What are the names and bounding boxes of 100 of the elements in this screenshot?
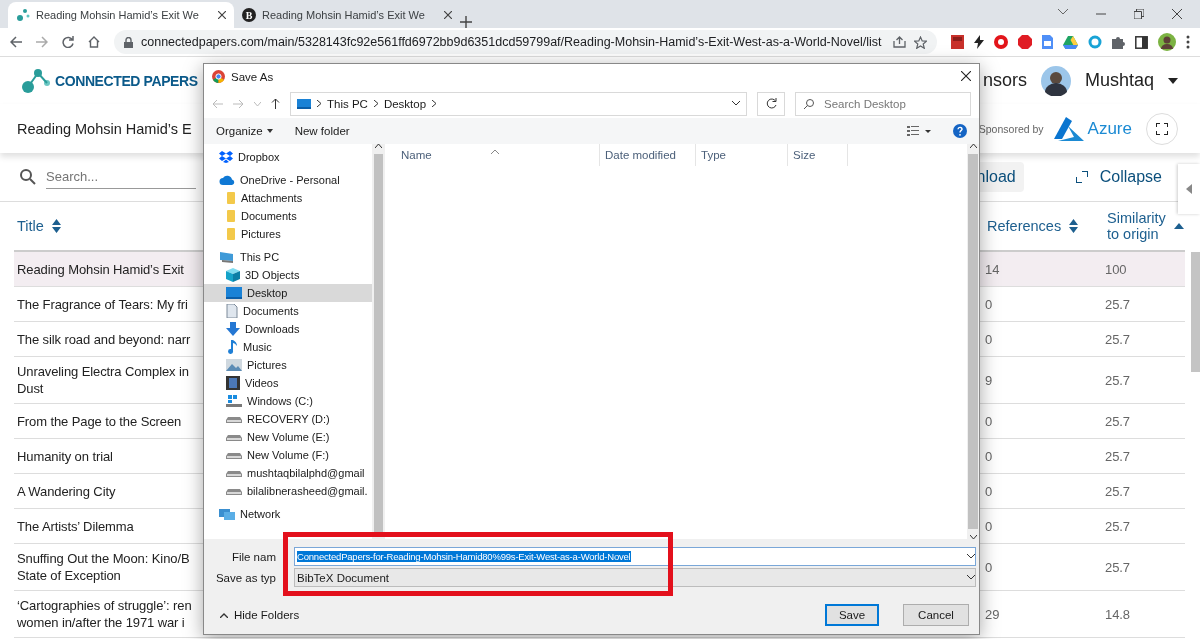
folder-tree-item[interactable]: New Volume (F:) [204,446,372,464]
file-name-field[interactable]: ConnectedPapers-for-Reading-Mohsin-Hamid80%99s-Exit-West-as-a-World-Novel [294,547,976,566]
close-icon[interactable] [218,11,226,19]
scrollbar-thumb[interactable] [1191,252,1200,372]
browser-tab[interactable]: B Reading Mohsin Hamid’s Exit We [234,2,460,28]
refresh-button[interactable] [757,91,785,116]
more-menu-icon[interactable] [1186,35,1190,49]
similarity-cell-text: 25.7 [1104,482,1131,501]
ring-icon[interactable] [1088,35,1102,49]
address-bar[interactable]: connectedpapers.com/main/5328143fc92e561ffd6972bb9d6351dcd59799af/Reading-Mohsin-Hamid’s-Exit-West-as-a-World-Novel/list [114,30,937,54]
folder-tree-item[interactable]: 3D Objects [204,266,372,284]
column-header[interactable]: Type [696,144,788,166]
folder-tree-item[interactable]: Desktop [204,284,372,302]
caret-down-icon[interactable] [1168,77,1178,84]
close-icon[interactable] [1172,9,1182,19]
file-type-dropdown[interactable]: BibTeX Document [294,568,976,587]
folder-tree-item[interactable]: This PC [204,248,372,266]
folder-tree-item[interactable]: Network [204,505,372,523]
logo-graph-icon [20,67,52,94]
save-button[interactable]: Save [825,604,879,626]
collapse-button[interactable]: Collapse [1069,167,1168,187]
cancel-button[interactable]: Cancel [903,604,969,626]
browser-tab[interactable]: Reading Mohsin Hamid’s Exit We [8,2,234,28]
folder-tree-item[interactable]: RECOVERY (D:) [204,410,372,428]
column-header[interactable]: References [984,218,1104,234]
caret-down-icon [266,129,273,133]
circle-badge-icon[interactable] [994,35,1008,49]
bolt-icon[interactable] [974,35,984,49]
references-cell-text: 0 [984,558,994,577]
back-icon[interactable] [10,36,22,48]
scrollbar[interactable] [967,144,979,539]
column-header[interactable]: Similarity to origin [1104,210,1182,242]
similarity-cell-text: 25.7 [1104,295,1131,314]
folder-tree-item[interactable]: New Volume (E:) [204,428,372,446]
drive-icon [226,487,242,495]
up-arrow-icon[interactable] [271,98,280,109]
folder-tree-item[interactable]: OneDrive - Personal [204,171,372,189]
folder-tree-item[interactable]: Pictures [204,356,372,374]
column-header[interactable]: Title [14,218,203,234]
folder-tree-item[interactable]: Documents [204,302,372,320]
chevron-up-icon [220,612,228,618]
view-options-icon[interactable] [907,126,931,136]
chevron-down-icon [967,554,975,559]
folder-tree-item[interactable]: Dropbox [204,148,372,166]
site-favicon: B [242,8,256,22]
fullscreen-button[interactable] [1146,112,1178,145]
triangle-icon[interactable] [1063,35,1078,49]
sidebar-icon[interactable] [1135,35,1148,49]
folder-tree-item[interactable]: Attachments [204,189,372,207]
help-icon[interactable] [953,124,967,138]
folder-tree-item[interactable]: Pictures [204,225,372,243]
search-field[interactable]: Search Desktop [795,91,971,116]
search-icon [20,169,36,185]
references-cell-text: 0 [984,295,994,314]
close-icon[interactable] [444,11,452,19]
file-type-label: Save as typ [214,571,277,584]
scrollbar[interactable] [372,144,385,539]
star-icon[interactable] [914,35,927,49]
column-header[interactable]: Name [385,144,600,166]
similarity-cell-text: 14.8 [1104,605,1131,624]
refresh-icon [765,98,777,109]
chevron-down-icon[interactable] [732,101,740,106]
share-icon[interactable] [893,36,906,48]
stop-sign-icon[interactable] [1018,35,1032,49]
folder-tree-item[interactable]: mushtaqbilalphd@gmail [204,464,372,482]
restore-icon[interactable] [1134,9,1144,19]
chevron-right-icon [317,100,321,107]
folder-icon [226,209,236,223]
column-header[interactable]: Date modified [600,144,696,166]
nav-link[interactable]: nsors [982,70,1027,91]
home-icon[interactable] [88,36,100,48]
title-cell-text: The silk road and beyond: narr [16,330,192,349]
folder-tree-item[interactable]: Windows (C:) [204,392,372,410]
title-cell-text: Humanity on trial [16,447,114,466]
expand-icon [1075,171,1088,183]
new-tab-icon[interactable] [460,16,472,28]
organize-menu[interactable]: Organize [216,125,273,137]
hide-folders-button[interactable]: Hide Folders [214,608,306,622]
folder-tree-item[interactable]: bilalibnerasheed@gmail. [204,482,372,500]
folder-tree-item[interactable]: Videos [204,374,372,392]
breadcrumb-bar[interactable]: This PC Desktop [290,91,747,116]
folder-tree-item[interactable]: Documents [204,207,372,225]
similarity-cell-text: 25.7 [1104,412,1131,431]
close-icon[interactable] [961,70,971,81]
profile-avatar-icon[interactable] [1158,33,1176,51]
panel-toggle[interactable] [1178,164,1200,214]
document-icon[interactable] [1042,35,1053,49]
chevron-up-icon [969,144,977,148]
puzzle-icon[interactable] [1112,35,1125,49]
references-cell-text: 0 [984,447,994,466]
title-cell-text: A Wandering City [16,482,117,501]
new-folder-button[interactable]: New folder [294,125,350,137]
folder-tree-item[interactable]: Music [204,338,372,356]
breadcrumb-item[interactable]: Desktop [383,97,427,110]
reload-icon[interactable] [62,36,74,48]
column-header[interactable]: Size [788,144,848,166]
monitor-icon [297,98,311,109]
user-name[interactable]: Mushtaq [1084,70,1154,91]
folder-tree-item[interactable]: Downloads [204,320,372,338]
breadcrumb-item[interactable]: This PC [327,97,368,110]
